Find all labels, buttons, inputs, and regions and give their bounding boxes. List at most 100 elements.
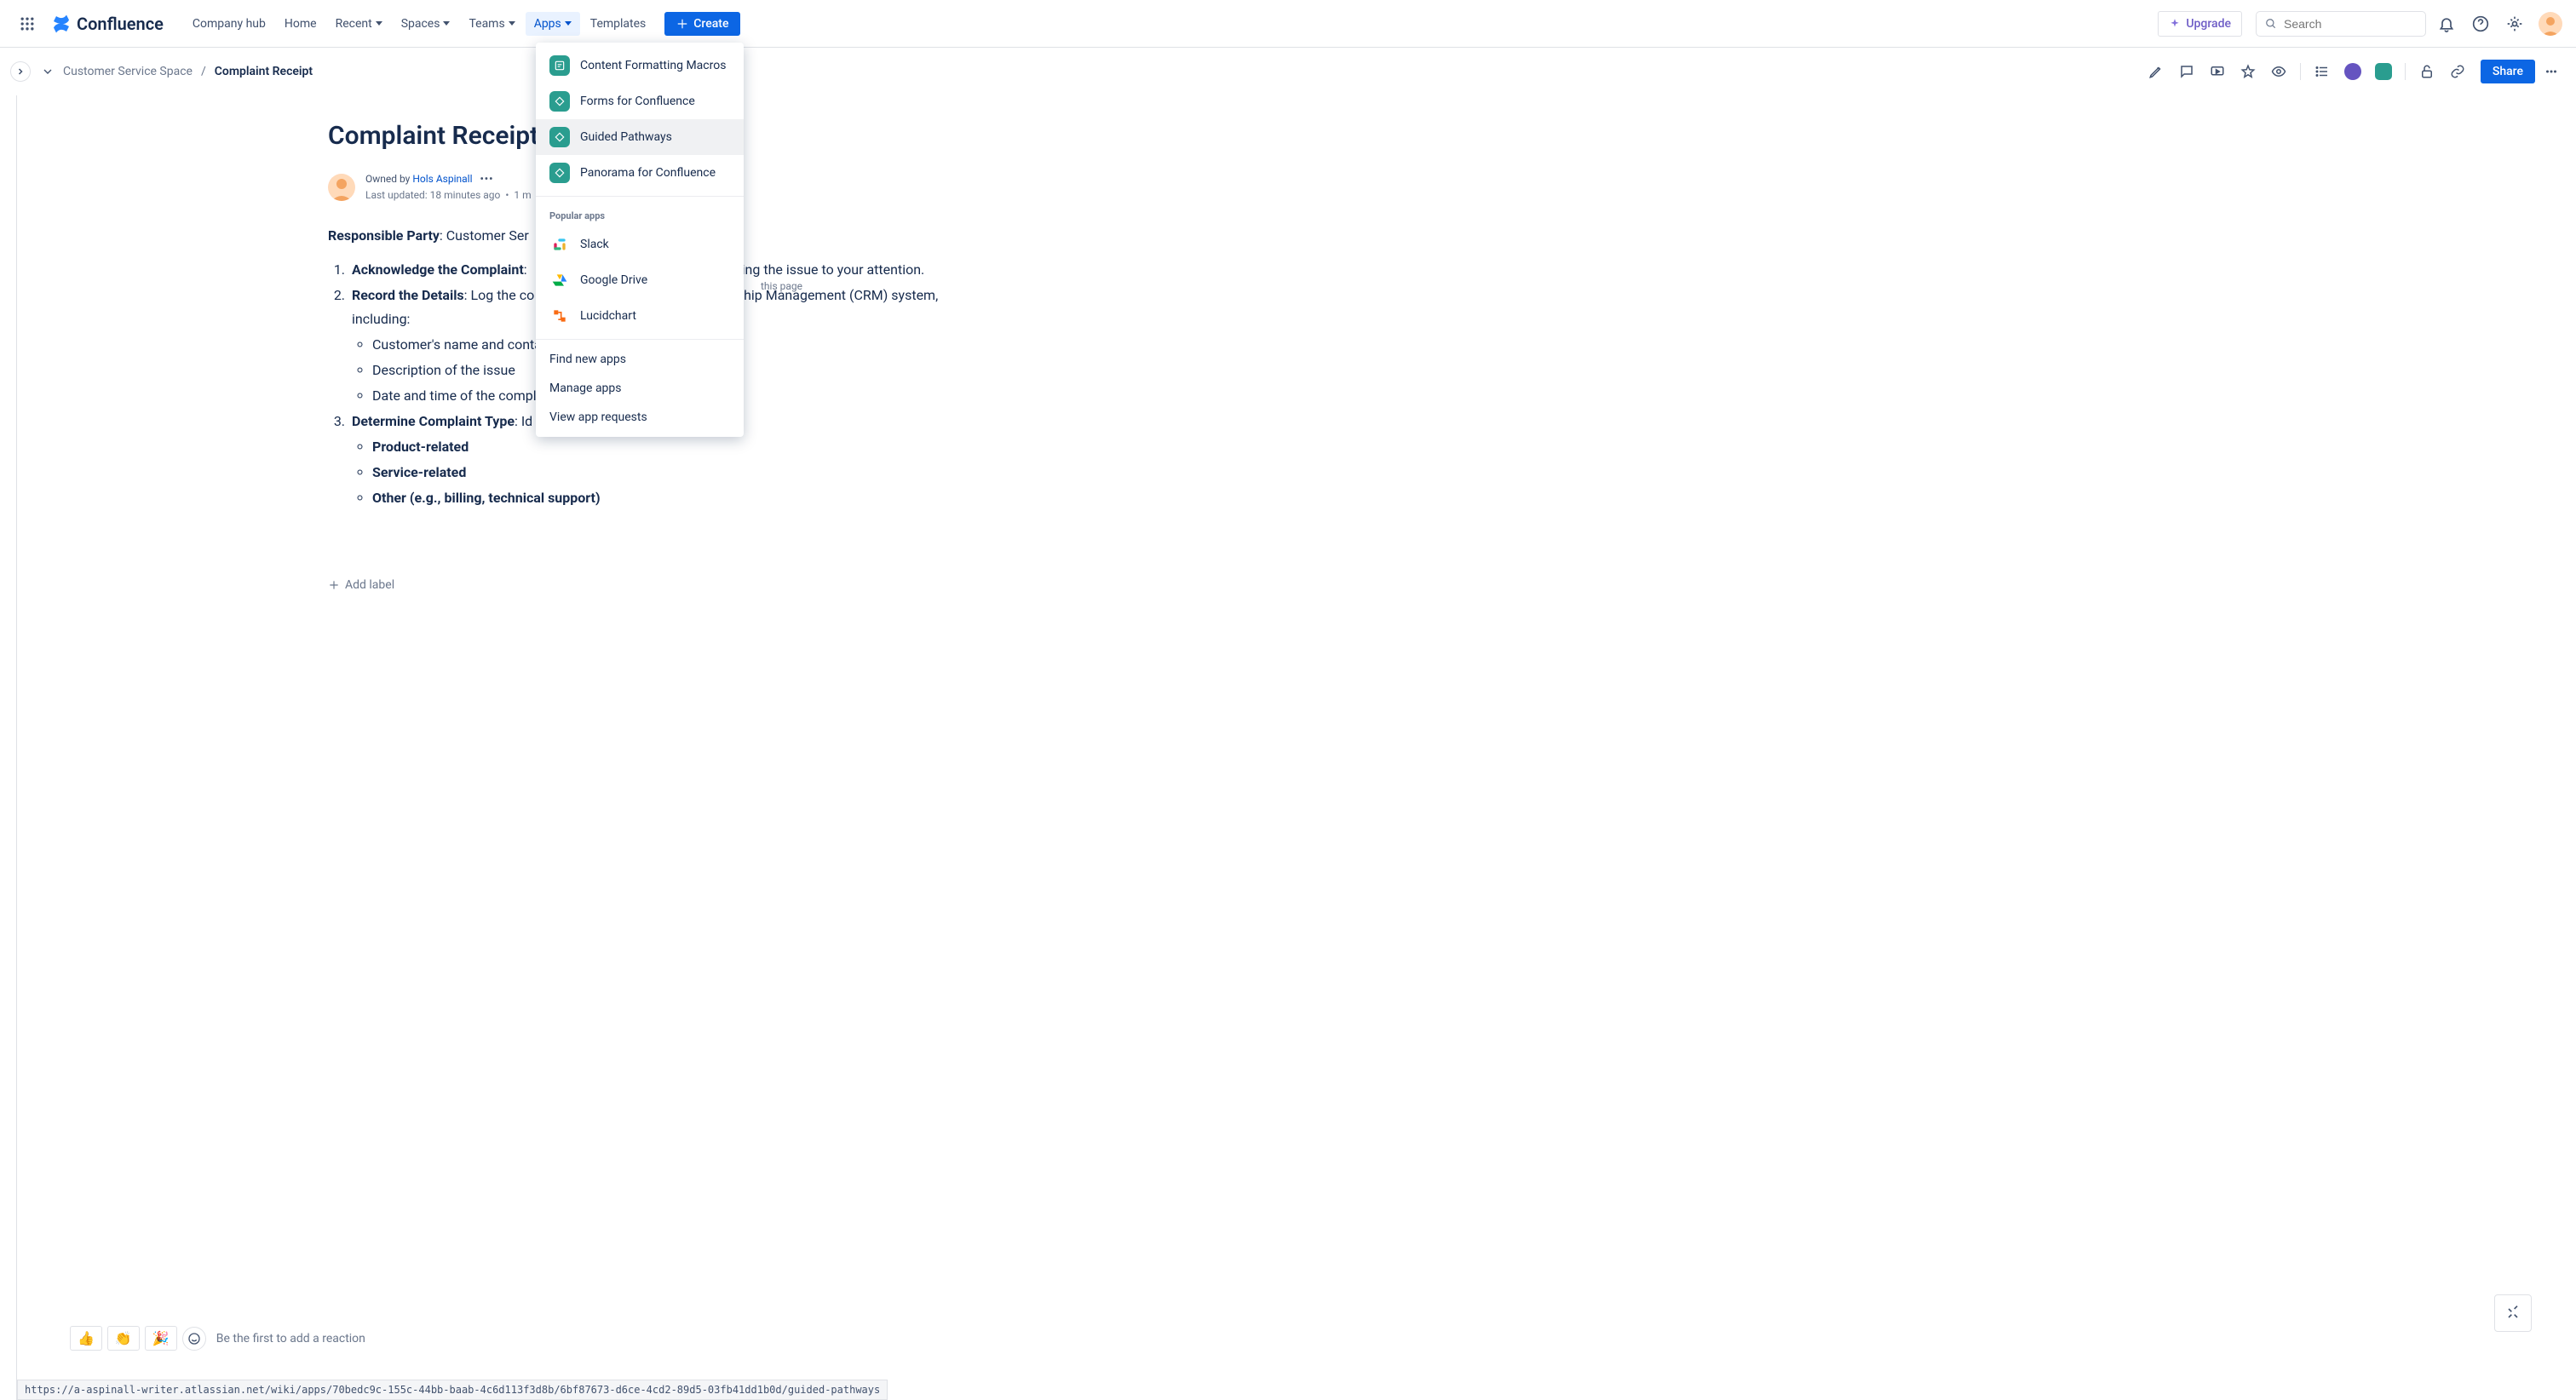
presentation-icon xyxy=(2210,64,2225,79)
sidebar-toggle[interactable] xyxy=(10,61,31,82)
watch-button[interactable] xyxy=(2264,57,2293,86)
edit-button[interactable] xyxy=(2142,57,2171,86)
apps-menu-view-requests[interactable]: View app requests xyxy=(536,403,744,432)
dropdown-item-label: Content Formatting Macros xyxy=(580,59,726,72)
avatar-image xyxy=(2539,12,2562,36)
resp-party-value: : Customer Ser xyxy=(440,227,529,244)
reaction-thumbs-up[interactable]: 👍 xyxy=(70,1326,102,1351)
slack-icon xyxy=(549,234,570,255)
author-avatar[interactable] xyxy=(328,174,355,201)
add-label-button[interactable]: Add label xyxy=(328,578,975,592)
dropdown-item-label: Forms for Confluence xyxy=(580,95,695,108)
add-label-text: Add label xyxy=(345,578,394,592)
reaction-party[interactable]: 🎉 xyxy=(145,1326,177,1351)
item3-tail: : Id xyxy=(515,413,532,429)
apps-menu-manage[interactable]: Manage apps xyxy=(536,374,744,403)
app-icon xyxy=(549,127,570,147)
add-reaction-button[interactable] xyxy=(182,1327,206,1351)
nav-templates-label: Templates xyxy=(590,17,647,31)
nav-recent[interactable]: Recent xyxy=(327,12,391,36)
apps-menu-forms[interactable]: Forms for Confluence xyxy=(536,83,744,119)
meta-more-button[interactable]: ••• xyxy=(480,173,493,185)
nav-teams[interactable]: Teams xyxy=(460,12,523,36)
apps-menu-google-drive[interactable]: Google Drive xyxy=(536,262,744,298)
upgrade-button-label: Upgrade xyxy=(2186,17,2231,31)
restrictions-button[interactable] xyxy=(2412,57,2441,86)
top-navigation: Confluence Company hub Home Recent Space… xyxy=(0,0,2576,48)
user-avatar[interactable] xyxy=(2539,12,2562,36)
nav-home[interactable]: Home xyxy=(276,12,325,36)
dropdown-item-label: Google Drive xyxy=(580,273,647,287)
divider xyxy=(2405,63,2406,80)
apps-menu-panorama[interactable]: Panorama for Confluence xyxy=(536,155,744,191)
upgrade-button[interactable]: Upgrade xyxy=(2158,11,2242,37)
sparkle-icon xyxy=(2169,18,2181,30)
notifications-button[interactable] xyxy=(2433,10,2460,37)
floating-ai-button[interactable] xyxy=(2494,1294,2532,1332)
breadcrumb: Customer Service Space / Complaint Recei… xyxy=(41,65,313,78)
apps-menu-lucidchart[interactable]: Lucidchart xyxy=(536,298,744,334)
chevron-down-icon xyxy=(376,21,382,26)
present-button[interactable] xyxy=(2203,57,2232,86)
apps-menu-content-formatting[interactable]: Content Formatting Macros xyxy=(536,48,744,83)
nav-teams-label: Teams xyxy=(469,17,504,31)
divider xyxy=(2300,63,2301,80)
popular-apps-label: Popular apps xyxy=(536,202,744,227)
apps-menu-find-new[interactable]: Find new apps xyxy=(536,345,744,374)
dropdown-item-label: Slack xyxy=(580,238,609,251)
list-icon xyxy=(2314,64,2330,79)
item2-label: Record the Details xyxy=(352,287,464,303)
nav-apps[interactable]: Apps xyxy=(526,12,580,36)
reaction-prompt: Be the first to add a reaction xyxy=(216,1332,365,1345)
dropdown-item-label: Panorama for Confluence xyxy=(580,166,716,180)
app-indicator-1[interactable] xyxy=(2338,57,2367,86)
chevron-down-icon[interactable] xyxy=(41,65,55,78)
search-input[interactable] xyxy=(2284,17,2417,31)
resp-party-label: Responsible Party xyxy=(328,227,440,244)
lucidchart-icon xyxy=(549,306,570,326)
gear-icon xyxy=(2506,15,2523,32)
comment-button[interactable] xyxy=(2172,57,2201,86)
search-box[interactable] xyxy=(2256,11,2426,37)
unlock-icon xyxy=(2419,64,2435,79)
app-indicator-2[interactable] xyxy=(2369,57,2398,86)
share-button[interactable]: Share xyxy=(2481,60,2535,83)
confluence-logo[interactable]: Confluence xyxy=(44,14,170,34)
app-icon xyxy=(549,91,570,112)
nav-home-label: Home xyxy=(285,17,317,31)
nav-company-hub-label: Company hub xyxy=(193,17,266,31)
nav-templates[interactable]: Templates xyxy=(582,12,655,36)
content-area: Complaint Receipt Owned by Hols Aspinall… xyxy=(0,95,2576,1400)
nav-spaces[interactable]: Spaces xyxy=(393,12,459,36)
nav-company-hub[interactable]: Company hub xyxy=(184,12,274,36)
settings-button[interactable] xyxy=(2501,10,2528,37)
nav-apps-label: Apps xyxy=(534,17,561,31)
page-body: Complaint Receipt Owned by Hols Aspinall… xyxy=(17,95,2576,1400)
comment-icon xyxy=(2179,64,2194,79)
link-button[interactable] xyxy=(2443,57,2472,86)
create-button[interactable]: Create xyxy=(664,12,740,36)
sublist-item: Service-related xyxy=(372,461,975,485)
owner-link[interactable]: Hols Aspinall xyxy=(412,173,472,185)
purple-app-icon xyxy=(2344,63,2361,80)
toc-button[interactable] xyxy=(2308,57,2337,86)
item3-label: Determine Complaint Type xyxy=(352,413,515,429)
star-button[interactable] xyxy=(2234,57,2263,86)
app-switcher-button[interactable] xyxy=(14,10,41,37)
breadcrumb-space[interactable]: Customer Service Space xyxy=(63,65,193,78)
help-icon xyxy=(2472,15,2489,32)
smiley-plus-icon xyxy=(187,1332,201,1345)
more-actions-button[interactable] xyxy=(2537,57,2566,86)
reaction-clap[interactable]: 👏 xyxy=(107,1326,140,1351)
chevron-right-icon xyxy=(15,66,26,77)
sparkle-collapse-icon xyxy=(2504,1305,2521,1322)
link-icon xyxy=(2450,64,2465,79)
help-button[interactable] xyxy=(2467,10,2494,37)
sublist-item: Product-related xyxy=(372,435,975,459)
more-icon xyxy=(2544,64,2559,79)
eye-icon xyxy=(2271,64,2286,79)
apps-menu-slack[interactable]: Slack xyxy=(536,227,744,262)
apps-menu-guided-pathways[interactable]: Guided Pathways xyxy=(536,119,744,155)
left-rail xyxy=(0,95,17,1400)
bell-icon xyxy=(2438,15,2455,32)
